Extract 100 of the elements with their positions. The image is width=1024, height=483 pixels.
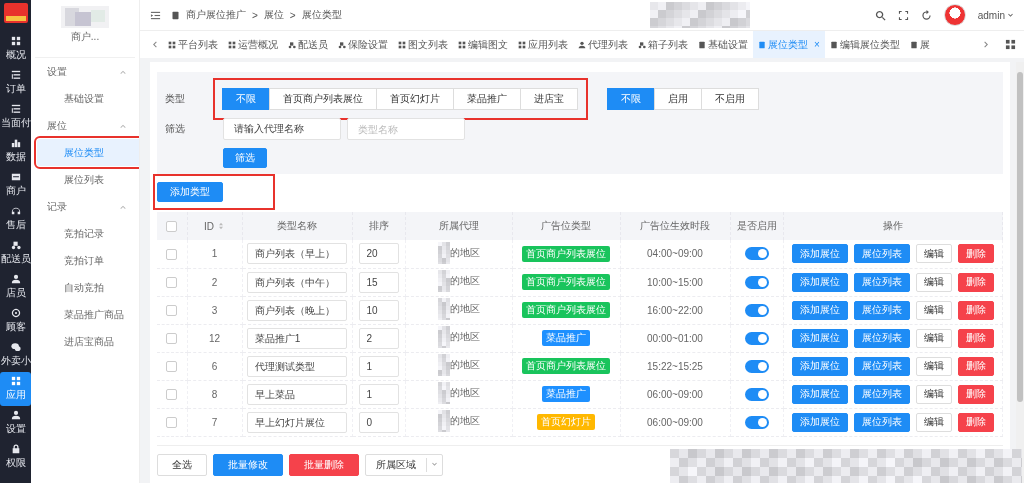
rail-item[interactable]: 商户	[0, 168, 31, 202]
nav-item[interactable]: 竞拍记录	[37, 220, 135, 247]
action-button[interactable]: 删除	[957, 328, 994, 348]
filter-option[interactable]: 进店宝	[520, 88, 578, 110]
checkbox[interactable]	[166, 416, 178, 428]
toggle-switch[interactable]	[744, 303, 769, 317]
nav-item[interactable]: 自动竞拍	[37, 274, 135, 301]
action-button[interactable]: 删除	[957, 356, 994, 376]
checkbox[interactable]	[166, 276, 178, 288]
scrollbar[interactable]	[1016, 62, 1024, 483]
toggle-switch[interactable]	[744, 359, 769, 373]
rail-item[interactable]: 订单	[0, 66, 31, 100]
filter-option[interactable]: 首页幻灯片	[376, 88, 454, 110]
nav-group-header[interactable]: 展位	[31, 112, 139, 139]
name-input[interactable]: 商户列表（中午）	[246, 271, 348, 293]
name-input[interactable]: 代理测试类型	[246, 355, 348, 377]
filter-option[interactable]: 菜品推广	[453, 88, 521, 110]
region-select[interactable]: 所属区域	[365, 453, 443, 476]
sort-input[interactable]: 2	[358, 327, 399, 349]
footer-button[interactable]: 批量删除	[289, 453, 359, 476]
rail-item[interactable]: 当面付	[0, 100, 31, 134]
rail-item[interactable]: 数据	[0, 134, 31, 168]
filter-option[interactable]: 首页商户列表展位	[269, 88, 377, 110]
nav-group-header[interactable]: 记录	[31, 193, 139, 220]
breadcrumb-link[interactable]: 商户展位推广	[186, 8, 246, 22]
sort-input[interactable]: 10	[358, 299, 399, 321]
grid-icon	[1005, 39, 1016, 50]
checkbox[interactable]	[166, 360, 178, 372]
sort-input[interactable]: 15	[358, 271, 399, 293]
name-input[interactable]: 早上幻灯片展位	[246, 411, 348, 433]
name-input[interactable]: 早上菜品	[246, 383, 348, 405]
page-tab[interactable]: 展	[904, 31, 935, 58]
checkbox[interactable]	[166, 248, 178, 260]
person-icon	[10, 274, 21, 284]
page-tab[interactable]: 基础设置	[693, 31, 753, 58]
action-button[interactable]: 编辑	[915, 328, 952, 348]
avatar[interactable]	[943, 4, 966, 26]
checkbox[interactable]	[166, 332, 178, 344]
nav-item[interactable]: 进店宝商品	[37, 328, 135, 355]
rail-item[interactable]: 顾客	[0, 304, 31, 338]
sort-input[interactable]: 20	[358, 243, 399, 265]
breadcrumb-link[interactable]: 展位	[263, 8, 284, 22]
footer-button[interactable]: 全选	[157, 453, 207, 476]
name-input[interactable]: 商户列表（晚上）	[246, 299, 348, 321]
page-tab[interactable]: 编辑展位类型	[824, 31, 905, 58]
rail-item[interactable]: 概况	[0, 32, 31, 66]
nav-item[interactable]: 展位列表	[37, 166, 135, 193]
action-button[interactable]: 编辑	[915, 300, 952, 320]
rail-item[interactable]: 店员	[0, 270, 31, 304]
nav-item[interactable]: 基础设置	[37, 85, 135, 112]
checkbox[interactable]	[166, 388, 178, 400]
toggle-switch[interactable]	[744, 387, 769, 401]
page-tab[interactable]: 编辑图文	[453, 31, 513, 58]
logo-icon	[3, 3, 28, 23]
action-button[interactable]: 删除	[957, 384, 994, 404]
sort-input[interactable]: 1	[358, 383, 399, 405]
checkbox[interactable]	[166, 304, 178, 316]
page-tab[interactable]: 图文列表	[393, 31, 453, 58]
name-input[interactable]: 商户列表（早上）	[246, 243, 348, 265]
rail-item[interactable]: 设置	[0, 406, 31, 440]
action-button[interactable]: 删除	[957, 412, 994, 432]
sort-input[interactable]: 1	[358, 355, 399, 377]
filter-option[interactable]: 不启用	[701, 88, 759, 110]
nav-item[interactable]: 竞拍订单	[37, 247, 135, 274]
toggle-switch[interactable]	[744, 247, 769, 261]
page-tab[interactable]: 平台列表	[163, 31, 223, 58]
rail-item[interactable]: 配送员	[0, 236, 31, 270]
action-button[interactable]: 编辑	[915, 412, 952, 432]
page-tab[interactable]: 配送员	[283, 31, 333, 58]
rail-item[interactable]: 外卖小	[0, 338, 31, 372]
bar-chart-icon	[10, 138, 21, 148]
rail-item[interactable]: 售后	[0, 202, 31, 236]
breadcrumb-link[interactable]: 展位类型	[301, 8, 342, 22]
agent-field[interactable]: 请输入代理名称	[223, 118, 341, 140]
action-button[interactable]: 编辑	[915, 272, 952, 292]
page-tab[interactable]: 代理列表	[573, 31, 633, 58]
sort-icon	[217, 222, 225, 230]
toggle-switch[interactable]	[744, 331, 769, 345]
page-tab[interactable]: 应用列表	[513, 31, 573, 58]
checkbox[interactable]	[166, 220, 178, 232]
rail-item[interactable]: 权限	[0, 440, 31, 474]
action-button[interactable]: 编辑	[915, 244, 952, 264]
toggle-switch[interactable]	[744, 415, 769, 429]
user-menu[interactable]: admin	[977, 9, 1014, 21]
page-tab[interactable]: 箱子列表	[633, 31, 693, 58]
name-input[interactable]: 菜品推广1	[246, 327, 348, 349]
action-button[interactable]: 删除	[957, 272, 994, 292]
action-button[interactable]: 编辑	[915, 356, 952, 376]
action-button[interactable]: 删除	[957, 244, 994, 264]
nav-group-header[interactable]: 设置	[31, 58, 139, 85]
grid-icon	[398, 40, 406, 49]
nav-item[interactable]: 菜品推广商品	[37, 301, 135, 328]
action-button[interactable]: 删除	[957, 300, 994, 320]
page-tab[interactable]: 运营概况	[223, 31, 283, 58]
sort-input[interactable]: 0	[358, 411, 399, 433]
action-button[interactable]: 编辑	[915, 384, 952, 404]
page-tab[interactable]: 保险设置	[333, 31, 393, 58]
toggle-switch[interactable]	[744, 275, 769, 289]
filter-label: 筛选	[165, 122, 186, 136]
filter-option[interactable]: 启用	[654, 88, 702, 110]
